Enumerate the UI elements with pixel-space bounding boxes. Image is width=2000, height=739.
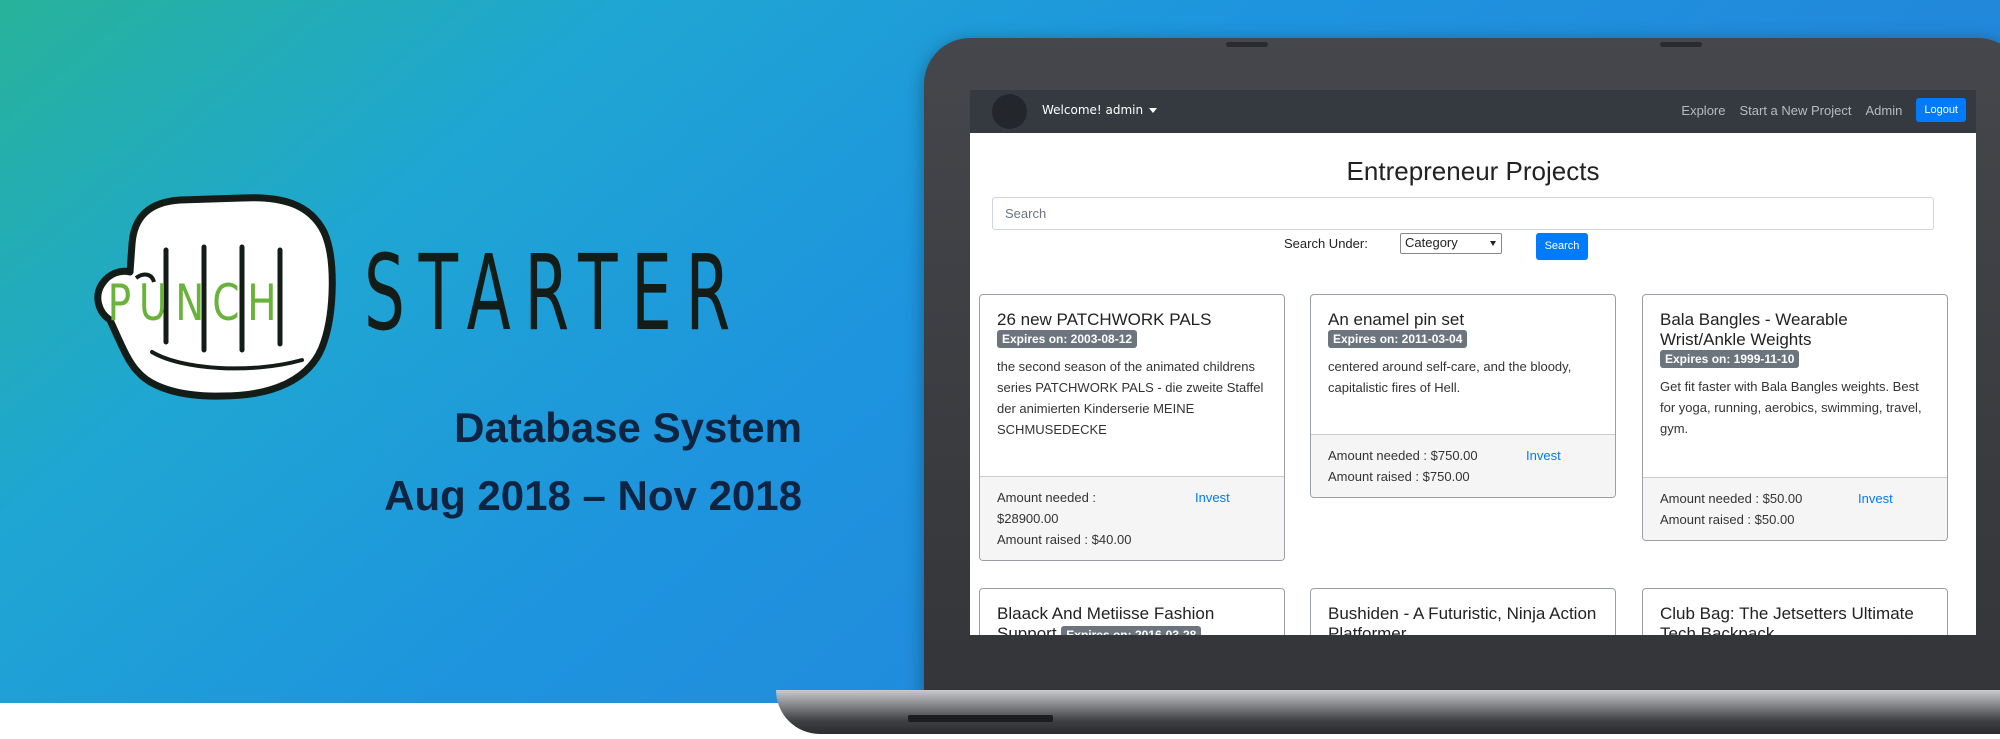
fist-text: PUNCH	[108, 273, 285, 332]
expiry-badge: Expires on: 2011-03-04	[1328, 330, 1468, 348]
search-button[interactable]: Search	[1536, 233, 1588, 260]
card-footer: Amount needed : $50.00 Amount raised : $…	[1643, 477, 1947, 540]
project-description: the second season of the animated childr…	[997, 359, 1264, 437]
nav-start-project[interactable]: Start a New Project	[1739, 103, 1851, 118]
invest-link[interactable]: Invest	[1195, 487, 1230, 508]
project-card: Club Bag: The Jetsetters Ultimate Tech B…	[1642, 588, 1948, 635]
nav-explore[interactable]: Explore	[1681, 103, 1725, 118]
project-card: Bala Bangles - Wearable Wrist/Ankle Weig…	[1642, 294, 1948, 541]
nav-admin[interactable]: Admin	[1865, 103, 1902, 118]
project-title[interactable]: Bala Bangles - Wearable Wrist/Ankle Weig…	[1660, 310, 1930, 350]
select-arrow-icon	[1490, 241, 1496, 246]
project-title[interactable]: An enamel pin set	[1328, 310, 1598, 330]
welcome-label: Welcome! admin	[1042, 103, 1144, 117]
lid-hinge-mark	[1660, 42, 1702, 47]
logout-button[interactable]: Logout	[1916, 98, 1966, 122]
nav-links: Explore Start a New Project Admin Logout	[1667, 98, 1966, 122]
amount-raised: Amount raised : $750.00	[1328, 469, 1470, 484]
caret-down-icon	[1149, 108, 1158, 113]
project-card: 26 new PATCHWORK PALS Expires on: 2003-0…	[979, 294, 1285, 561]
laptop-base	[776, 690, 2000, 734]
invest-link[interactable]: Invest	[1526, 445, 1561, 466]
expiry-badge: Expires on: 1999-11-10	[1660, 350, 1800, 368]
project-card: Bushiden - A Futuristic, Ninja Action Pl…	[1310, 588, 1616, 635]
amount-needed-label: Amount needed :	[997, 490, 1097, 505]
fist-logo-icon: PUNCH	[94, 194, 336, 400]
laptop-notch	[908, 715, 1053, 722]
punchstarter-logo: PUNCH STARTER	[92, 192, 812, 407]
amount-needed-value: $28900.00	[997, 511, 1059, 526]
project-description: Get fit faster with Bala Bangles weights…	[1660, 379, 1922, 436]
avatar[interactable]	[992, 94, 1027, 129]
project-title[interactable]: Club Bag: The Jetsetters Ultimate Tech B…	[1660, 604, 1930, 635]
navbar: Welcome! admin Explore Start a New Proje…	[970, 90, 1976, 133]
amount-needed-label: Amount needed : $50.00	[1660, 491, 1803, 506]
project-description: centered around self-care, and the blood…	[1328, 359, 1572, 395]
invest-link[interactable]: Invest	[1858, 488, 1893, 509]
project-title[interactable]: Bushiden - A Futuristic, Ninja Action Pl…	[1328, 604, 1598, 635]
project-title[interactable]: Blaack And Metiisse Fashion Support Expi…	[997, 604, 1267, 635]
lid-hinge-mark	[1226, 42, 1268, 47]
expiry-badge: Expires on: 2016-03-28	[1061, 626, 1202, 635]
expiry-badge: Expires on: 2003-08-12	[997, 330, 1138, 348]
card-footer: Amount needed : $750.00 Amount raised : …	[1311, 434, 1615, 497]
card-footer: Amount needed : $28900.00 Amount raised …	[980, 476, 1284, 560]
category-value: Category	[1405, 235, 1458, 250]
search-under-label: Search Under:	[1284, 236, 1368, 251]
category-select[interactable]: Category	[1400, 233, 1502, 254]
project-card: Blaack And Metiisse Fashion Support Expi…	[979, 588, 1285, 635]
search-input[interactable]: Search	[992, 197, 1934, 230]
project-title[interactable]: 26 new PATCHWORK PALS	[997, 310, 1267, 330]
user-menu[interactable]: Welcome! admin	[1042, 103, 1158, 117]
wordmark: STARTER	[364, 232, 744, 354]
page-title: Entrepreneur Projects	[1346, 156, 1600, 186]
laptop-screen: Welcome! admin Explore Start a New Proje…	[970, 90, 1976, 635]
project-card: An enamel pin set Expires on: 2011-03-04…	[1310, 294, 1616, 498]
amount-raised: Amount raised : $50.00	[1660, 512, 1795, 527]
amount-raised: Amount raised : $40.00	[997, 532, 1132, 547]
amount-needed-label: Amount needed : $750.00	[1328, 448, 1478, 463]
subtitle-system: Database System	[454, 404, 802, 451]
subtitle-dates: Aug 2018 – Nov 2018	[384, 472, 802, 519]
